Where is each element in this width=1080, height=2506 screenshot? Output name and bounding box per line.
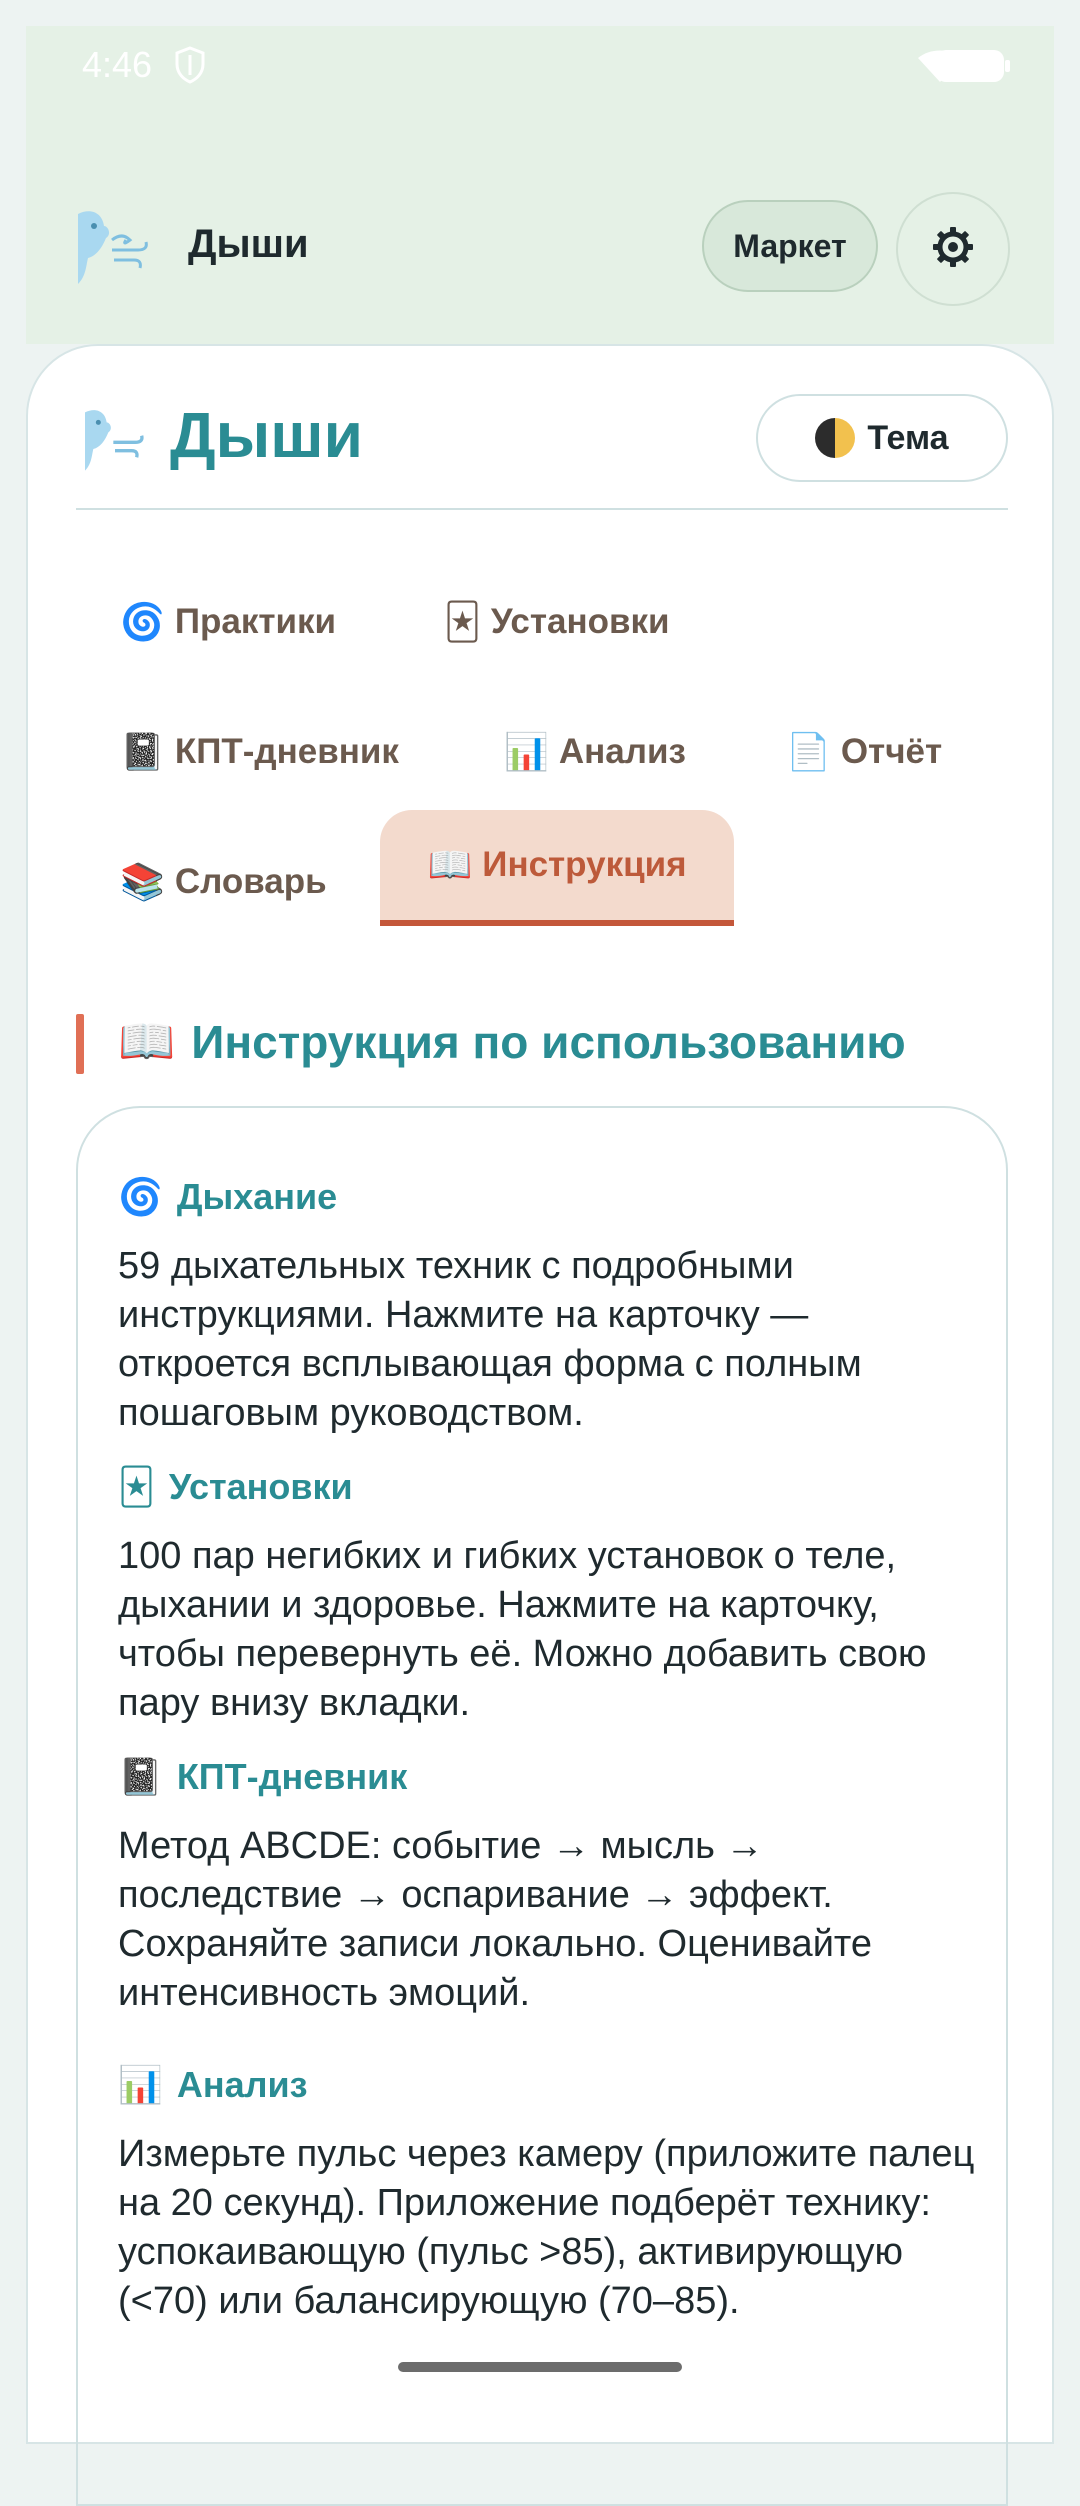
instruction-text: 100 пар негибких и гибких установок о те… xyxy=(118,1535,927,1724)
document-icon: 📄 xyxy=(786,731,831,772)
shield-icon xyxy=(174,46,206,89)
instruction-heading: 🃏 Установки xyxy=(118,1466,353,1508)
heading-text: КПТ-дневник xyxy=(176,1756,408,1797)
instruction-text: 59 дыхательных техник с подробными инстр… xyxy=(118,1245,862,1434)
battery-icon xyxy=(936,50,1010,82)
notebook-icon: 📓 xyxy=(118,1756,163,1797)
instruction-text: Измерьте пульс через камеру (приложите п… xyxy=(118,2133,975,2322)
market-button[interactable]: Маркет xyxy=(702,200,878,292)
open-book-icon: 📖 xyxy=(118,1015,176,1067)
instruction-text: Метод ABCDE: событие → мысль → последств… xyxy=(118,1825,873,2014)
tab-analysis[interactable]: 📊 Анализ xyxy=(504,712,686,792)
bar-chart-icon: 📊 xyxy=(504,731,549,772)
app-logo-icon xyxy=(72,204,156,288)
settings-button[interactable] xyxy=(896,192,1010,306)
gear-icon xyxy=(931,225,975,274)
instruction-heading: 🌀 Дыхание xyxy=(118,1176,337,1218)
tab-label: Установки xyxy=(490,602,670,641)
joker-card-icon: 🃏 xyxy=(118,1466,155,1507)
tab-label: КПТ-дневник xyxy=(174,732,399,771)
tab-label: Практики xyxy=(174,602,337,641)
spiral-icon: 🌀 xyxy=(118,1176,163,1217)
gesture-bar[interactable] xyxy=(398,2362,682,2372)
tab-cbt-diary[interactable]: 📓 КПТ-дневник xyxy=(120,712,399,792)
app-title: Дыши xyxy=(188,222,309,266)
heading-text: Дыхание xyxy=(176,1176,338,1217)
instructions-card: 🌀 Дыхание 59 дыхательных техник с подроб… xyxy=(76,1106,1008,2506)
instruction-heading: 📓 КПТ-дневник xyxy=(118,1756,407,1798)
section-title: 📖 Инструкция по использованию xyxy=(118,1014,906,1069)
status-bar: 4:46 xyxy=(26,26,1054,106)
section-title-text: Инструкция по использованию xyxy=(191,1015,906,1068)
section-accent-bar xyxy=(76,1014,84,1074)
tab-instructions[interactable]: 📖 Инструкция xyxy=(380,810,734,926)
heading-text: Анализ xyxy=(176,2064,308,2105)
theme-label: Тема xyxy=(867,418,949,457)
notebook-icon: 📓 xyxy=(120,731,165,772)
header-logo-icon xyxy=(78,404,152,474)
divider xyxy=(76,508,1008,510)
half-moon-icon xyxy=(815,418,856,458)
tab-beliefs[interactable]: 🃏 Установки xyxy=(444,582,670,662)
main-card: Дыши Тема 🌀 Практики 🃏 Установки 📓 КПТ-д… xyxy=(26,344,1054,2506)
tab-report[interactable]: 📄 Отчёт xyxy=(786,712,942,792)
open-book-icon: 📖 xyxy=(427,844,473,885)
joker-card-icon: 🃏 xyxy=(444,601,481,642)
theme-button[interactable]: Тема xyxy=(756,394,1008,482)
heading-text: Установки xyxy=(168,1466,353,1507)
bar-chart-icon: 📊 xyxy=(118,2064,163,2105)
instruction-heading: 📊 Анализ xyxy=(118,2064,308,2106)
tab-label: Словарь xyxy=(174,862,327,901)
tab-practices[interactable]: 🌀 Практики xyxy=(120,582,336,662)
books-icon: 📚 xyxy=(120,861,165,902)
spiral-icon: 🌀 xyxy=(120,601,165,642)
tab-label: Инструкция xyxy=(482,845,687,884)
tab-label: Анализ xyxy=(558,732,686,771)
tab-label: Отчёт xyxy=(840,732,943,771)
page-title: Дыши xyxy=(170,399,363,471)
status-time: 4:46 xyxy=(82,44,153,85)
app-bar: 4:46 Дыши Маркет xyxy=(26,26,1054,344)
tab-glossary[interactable]: 📚 Словарь xyxy=(120,842,327,922)
